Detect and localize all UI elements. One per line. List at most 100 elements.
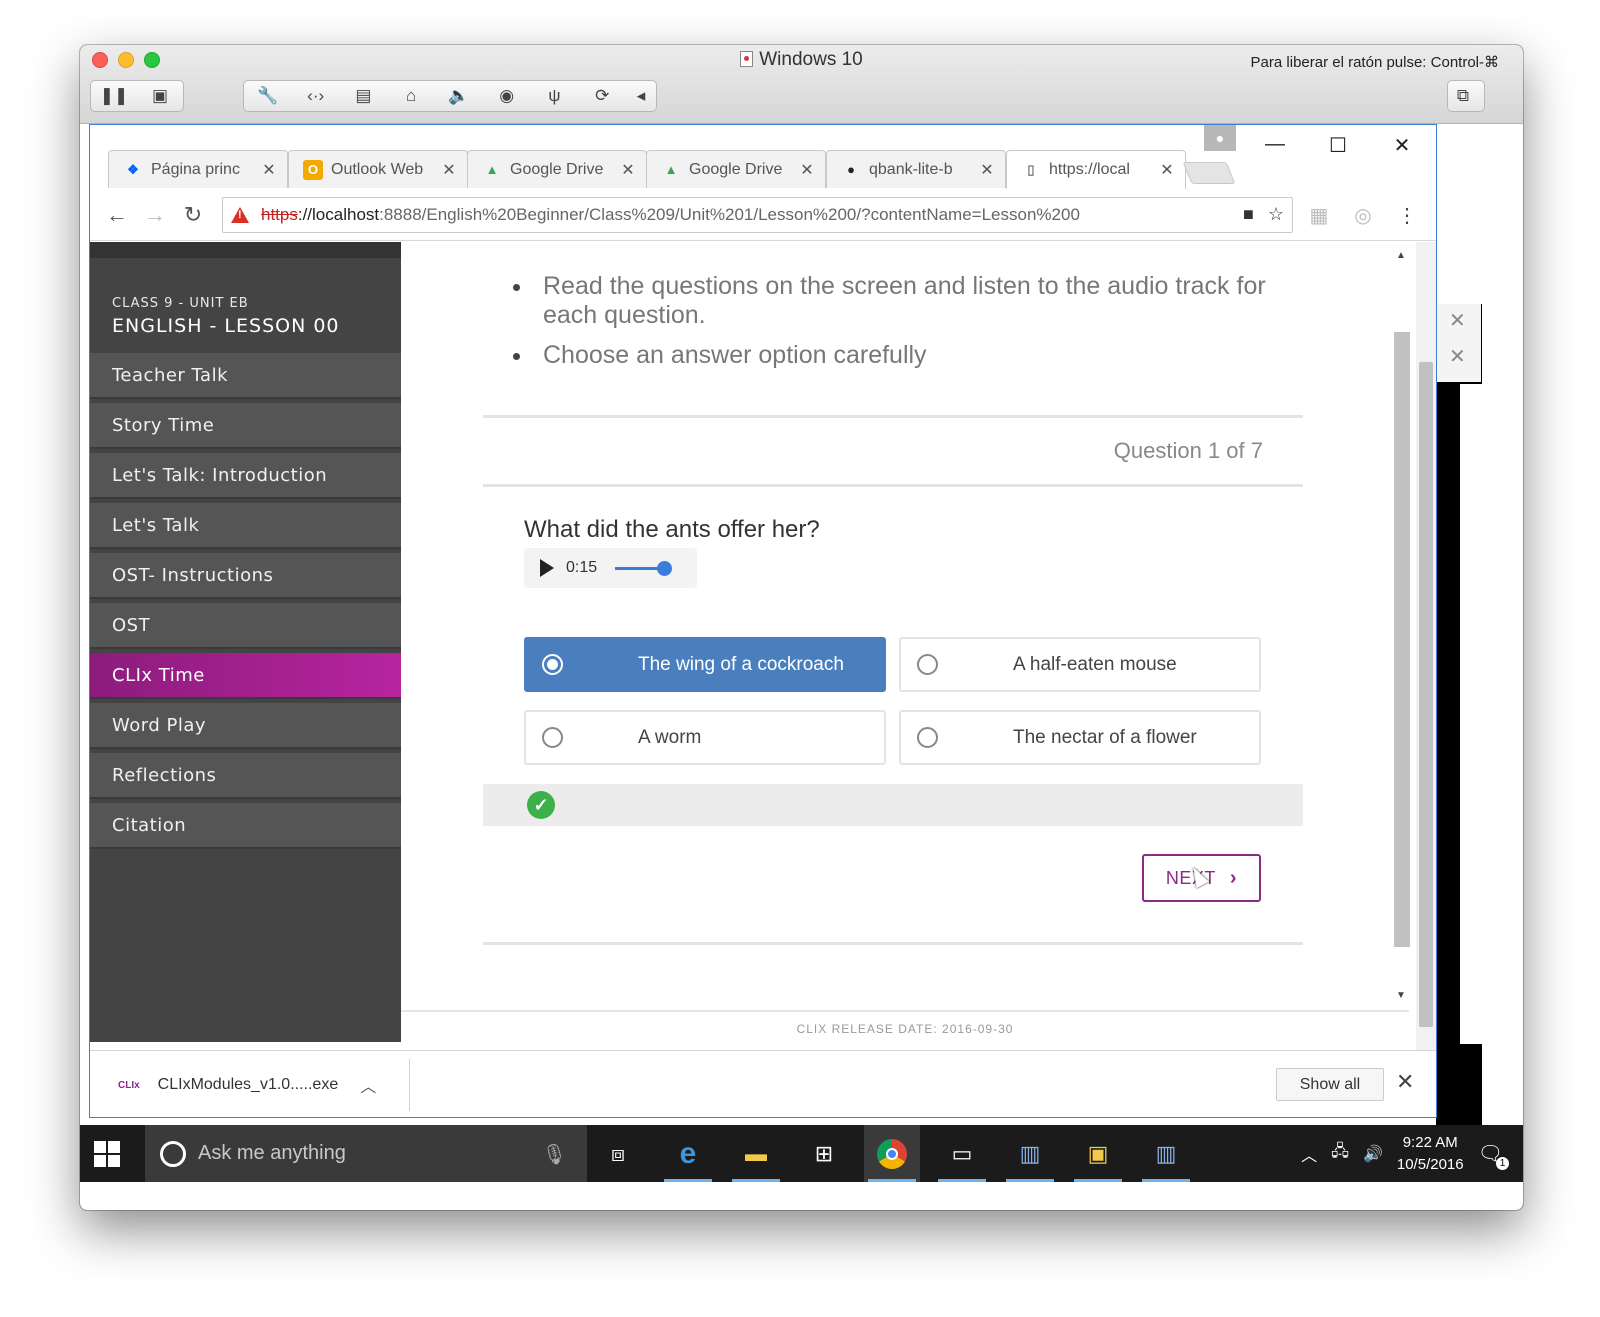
tab-strip: ❖ Página princ ✕ O Outlook Web ✕ ▲ Googl… xyxy=(90,125,1436,189)
forward-arrow-icon[interactable]: → xyxy=(140,201,170,229)
audio-progress-slider[interactable] xyxy=(615,560,673,576)
fullscreen-icon[interactable]: ⧉ xyxy=(1448,81,1478,111)
chevron-up-icon[interactable]: ︿ xyxy=(360,1073,376,1097)
reload-icon[interactable]: ↻ xyxy=(178,201,208,229)
browser-tab[interactable]: ❖ Página princ ✕ xyxy=(108,150,288,188)
scroll-down-arrow-icon[interactable]: ▼ xyxy=(1396,990,1406,1001)
answer-option-d[interactable]: The nectar of a flower xyxy=(899,710,1261,765)
divider xyxy=(483,484,1303,487)
browser-tab-active[interactable]: ▯ https://local ✕ xyxy=(1006,150,1186,189)
slider-knob[interactable] xyxy=(657,560,673,576)
command-prompt-icon[interactable]: ▭ xyxy=(934,1125,990,1182)
divider xyxy=(483,415,1303,418)
address-bar[interactable]: https://localhost:8888/English%20Beginne… xyxy=(222,197,1293,233)
sidebar-item-ost-instructions[interactable]: OST- Instructions xyxy=(90,553,401,599)
close-icon[interactable]: ✕ xyxy=(620,160,636,180)
release-date: CLIX RELEASE DATE: 2016-09-30 xyxy=(796,1022,1014,1036)
sidebar-item-reflections[interactable]: Reflections xyxy=(90,753,401,799)
sidebar-item-teacher-talk[interactable]: Teacher Talk xyxy=(90,353,401,399)
close-icon[interactable]: ✕ xyxy=(799,160,815,180)
lock-icon[interactable]: ⌂ xyxy=(387,81,435,111)
google-drive-icon: ▲ xyxy=(485,162,499,177)
edge-icon[interactable]: e xyxy=(660,1125,716,1182)
refresh-icon[interactable]: ⟳ xyxy=(578,81,626,111)
file-explorer-icon[interactable]: ▬ xyxy=(728,1125,784,1182)
disk-icon[interactable]: ▤ xyxy=(340,81,388,111)
snapshot-icon[interactable]: ▣ xyxy=(137,81,183,111)
maximize-icon[interactable]: ☐ xyxy=(1318,133,1358,158)
answer-option-a[interactable]: The wing of a cockroach xyxy=(524,637,886,692)
download-item[interactable]: CLIx CLIxModules_v1.0.....exe ︿ xyxy=(90,1059,410,1111)
chrome-icon[interactable] xyxy=(864,1125,920,1182)
close-icon[interactable]: ✕ xyxy=(1159,160,1175,180)
sidebar-item-clix-time[interactable]: CLIx Time xyxy=(90,653,401,699)
minimize-icon[interactable]: — xyxy=(1255,133,1295,156)
video-camera-icon[interactable]: ■ xyxy=(1243,204,1254,225)
notification-center-icon[interactable]: 🗨 1 xyxy=(1478,1141,1509,1170)
network-icon[interactable]: 🖧 xyxy=(1331,1140,1349,1167)
back-arrow-icon[interactable]: ← xyxy=(102,201,132,229)
speaker-icon[interactable]: 🔈 xyxy=(435,81,483,111)
sidebar-item-ost[interactable]: OST xyxy=(90,603,401,649)
sidebar-item-story-time[interactable]: Story Time xyxy=(90,403,401,449)
answer-option-c[interactable]: A worm xyxy=(524,710,886,765)
chevron-left-icon[interactable]: ◂ xyxy=(626,81,656,111)
system-clock[interactable]: 9:22 AM 10/5/2016 xyxy=(1397,1132,1464,1176)
chevron-up-icon[interactable]: ︿ xyxy=(1301,1142,1317,1166)
windows-start-icon[interactable] xyxy=(94,1141,120,1167)
browser-tab[interactable]: ● qbank-lite-b ✕ xyxy=(826,150,1006,188)
close-icon[interactable]: ✕ xyxy=(1382,133,1422,158)
window-app-icon[interactable]: ▥ xyxy=(1138,1125,1194,1182)
volume-icon[interactable]: 🔊 xyxy=(1363,1144,1383,1164)
browser-tab[interactable]: ▲ Google Drive ✕ xyxy=(467,150,647,188)
usb-icon[interactable]: ψ xyxy=(531,81,579,111)
content-scrollbar[interactable]: ▲ ▼ xyxy=(1387,242,1417,1010)
extension-icon[interactable]: ▦ xyxy=(1306,203,1332,229)
footer-divider xyxy=(401,1010,1409,1012)
folder-app-icon[interactable]: ▣ xyxy=(1070,1125,1126,1182)
question-panel: Read the questions on the screen and lis… xyxy=(401,242,1387,1010)
browser-tab[interactable]: ▲ Google Drive ✕ xyxy=(646,150,826,188)
task-view-icon[interactable]: ⧈ xyxy=(590,1125,646,1182)
window-app-icon[interactable]: ▥ xyxy=(1002,1125,1058,1182)
scrollbar-thumb[interactable] xyxy=(1394,332,1410,947)
close-icon[interactable]: ✕ xyxy=(979,160,995,180)
microphone-icon[interactable]: 🎙 xyxy=(542,1142,567,1167)
close-icon[interactable]: ✕ xyxy=(1449,344,1466,369)
close-icon[interactable]: ✕ xyxy=(1449,308,1466,333)
vm-fullscreen-group: ⧉ xyxy=(1447,80,1485,112)
pause-icon[interactable]: ❚❚ xyxy=(91,81,137,111)
sidebar-item-lets-talk[interactable]: Let's Talk xyxy=(90,503,401,549)
store-icon[interactable]: ⊞ xyxy=(796,1125,852,1182)
extension-icon[interactable]: ◎ xyxy=(1350,203,1376,229)
close-icon[interactable]: ✕ xyxy=(261,160,277,180)
vm-device-group: 🔧 ‹·› ▤ ⌂ 🔈 ◉ ψ ⟳ ◂ xyxy=(243,80,657,112)
page-icon: ▯ xyxy=(1027,162,1035,177)
url-path: :8888/English%20Beginner/Class%209/Unit%… xyxy=(379,205,1080,224)
scrollbar-thumb[interactable] xyxy=(1419,362,1433,1027)
wrench-icon[interactable]: 🔧 xyxy=(244,81,292,111)
menu-dots-icon[interactable]: ⋮ xyxy=(1394,203,1420,229)
play-icon[interactable] xyxy=(540,559,554,577)
option-label: A half-eaten mouse xyxy=(1013,653,1177,675)
sidebar-item-citation[interactable]: Citation xyxy=(90,803,401,849)
profile-icon[interactable]: ● xyxy=(1204,125,1236,151)
code-arrows-icon[interactable]: ‹·› xyxy=(292,81,340,111)
star-icon[interactable]: ☆ xyxy=(1268,204,1284,225)
sidebar-item-lets-talk-introduction[interactable]: Let's Talk: Introduction xyxy=(90,453,401,499)
close-icon[interactable]: ✕ xyxy=(441,160,457,180)
close-icon[interactable]: ✕ xyxy=(1396,1069,1414,1095)
cortana-search[interactable]: Ask me anything 🎙 xyxy=(145,1125,587,1182)
background-scrollbar[interactable] xyxy=(1460,384,1482,1044)
browser-tab[interactable]: O Outlook Web ✕ xyxy=(288,150,468,188)
scroll-up-arrow-icon[interactable]: ▲ xyxy=(1396,250,1406,261)
new-tab-button[interactable] xyxy=(1182,162,1236,184)
page-scrollbar[interactable] xyxy=(1416,242,1436,1050)
url-host: ://localhost xyxy=(297,205,380,224)
sidebar-item-word-play[interactable]: Word Play xyxy=(90,703,401,749)
tab-label: Google Drive xyxy=(689,160,783,178)
audio-player: 0:15 xyxy=(524,548,697,588)
show-all-button[interactable]: Show all xyxy=(1276,1068,1384,1101)
camera-icon[interactable]: ◉ xyxy=(483,81,531,111)
answer-option-b[interactable]: A half-eaten mouse xyxy=(899,637,1261,692)
